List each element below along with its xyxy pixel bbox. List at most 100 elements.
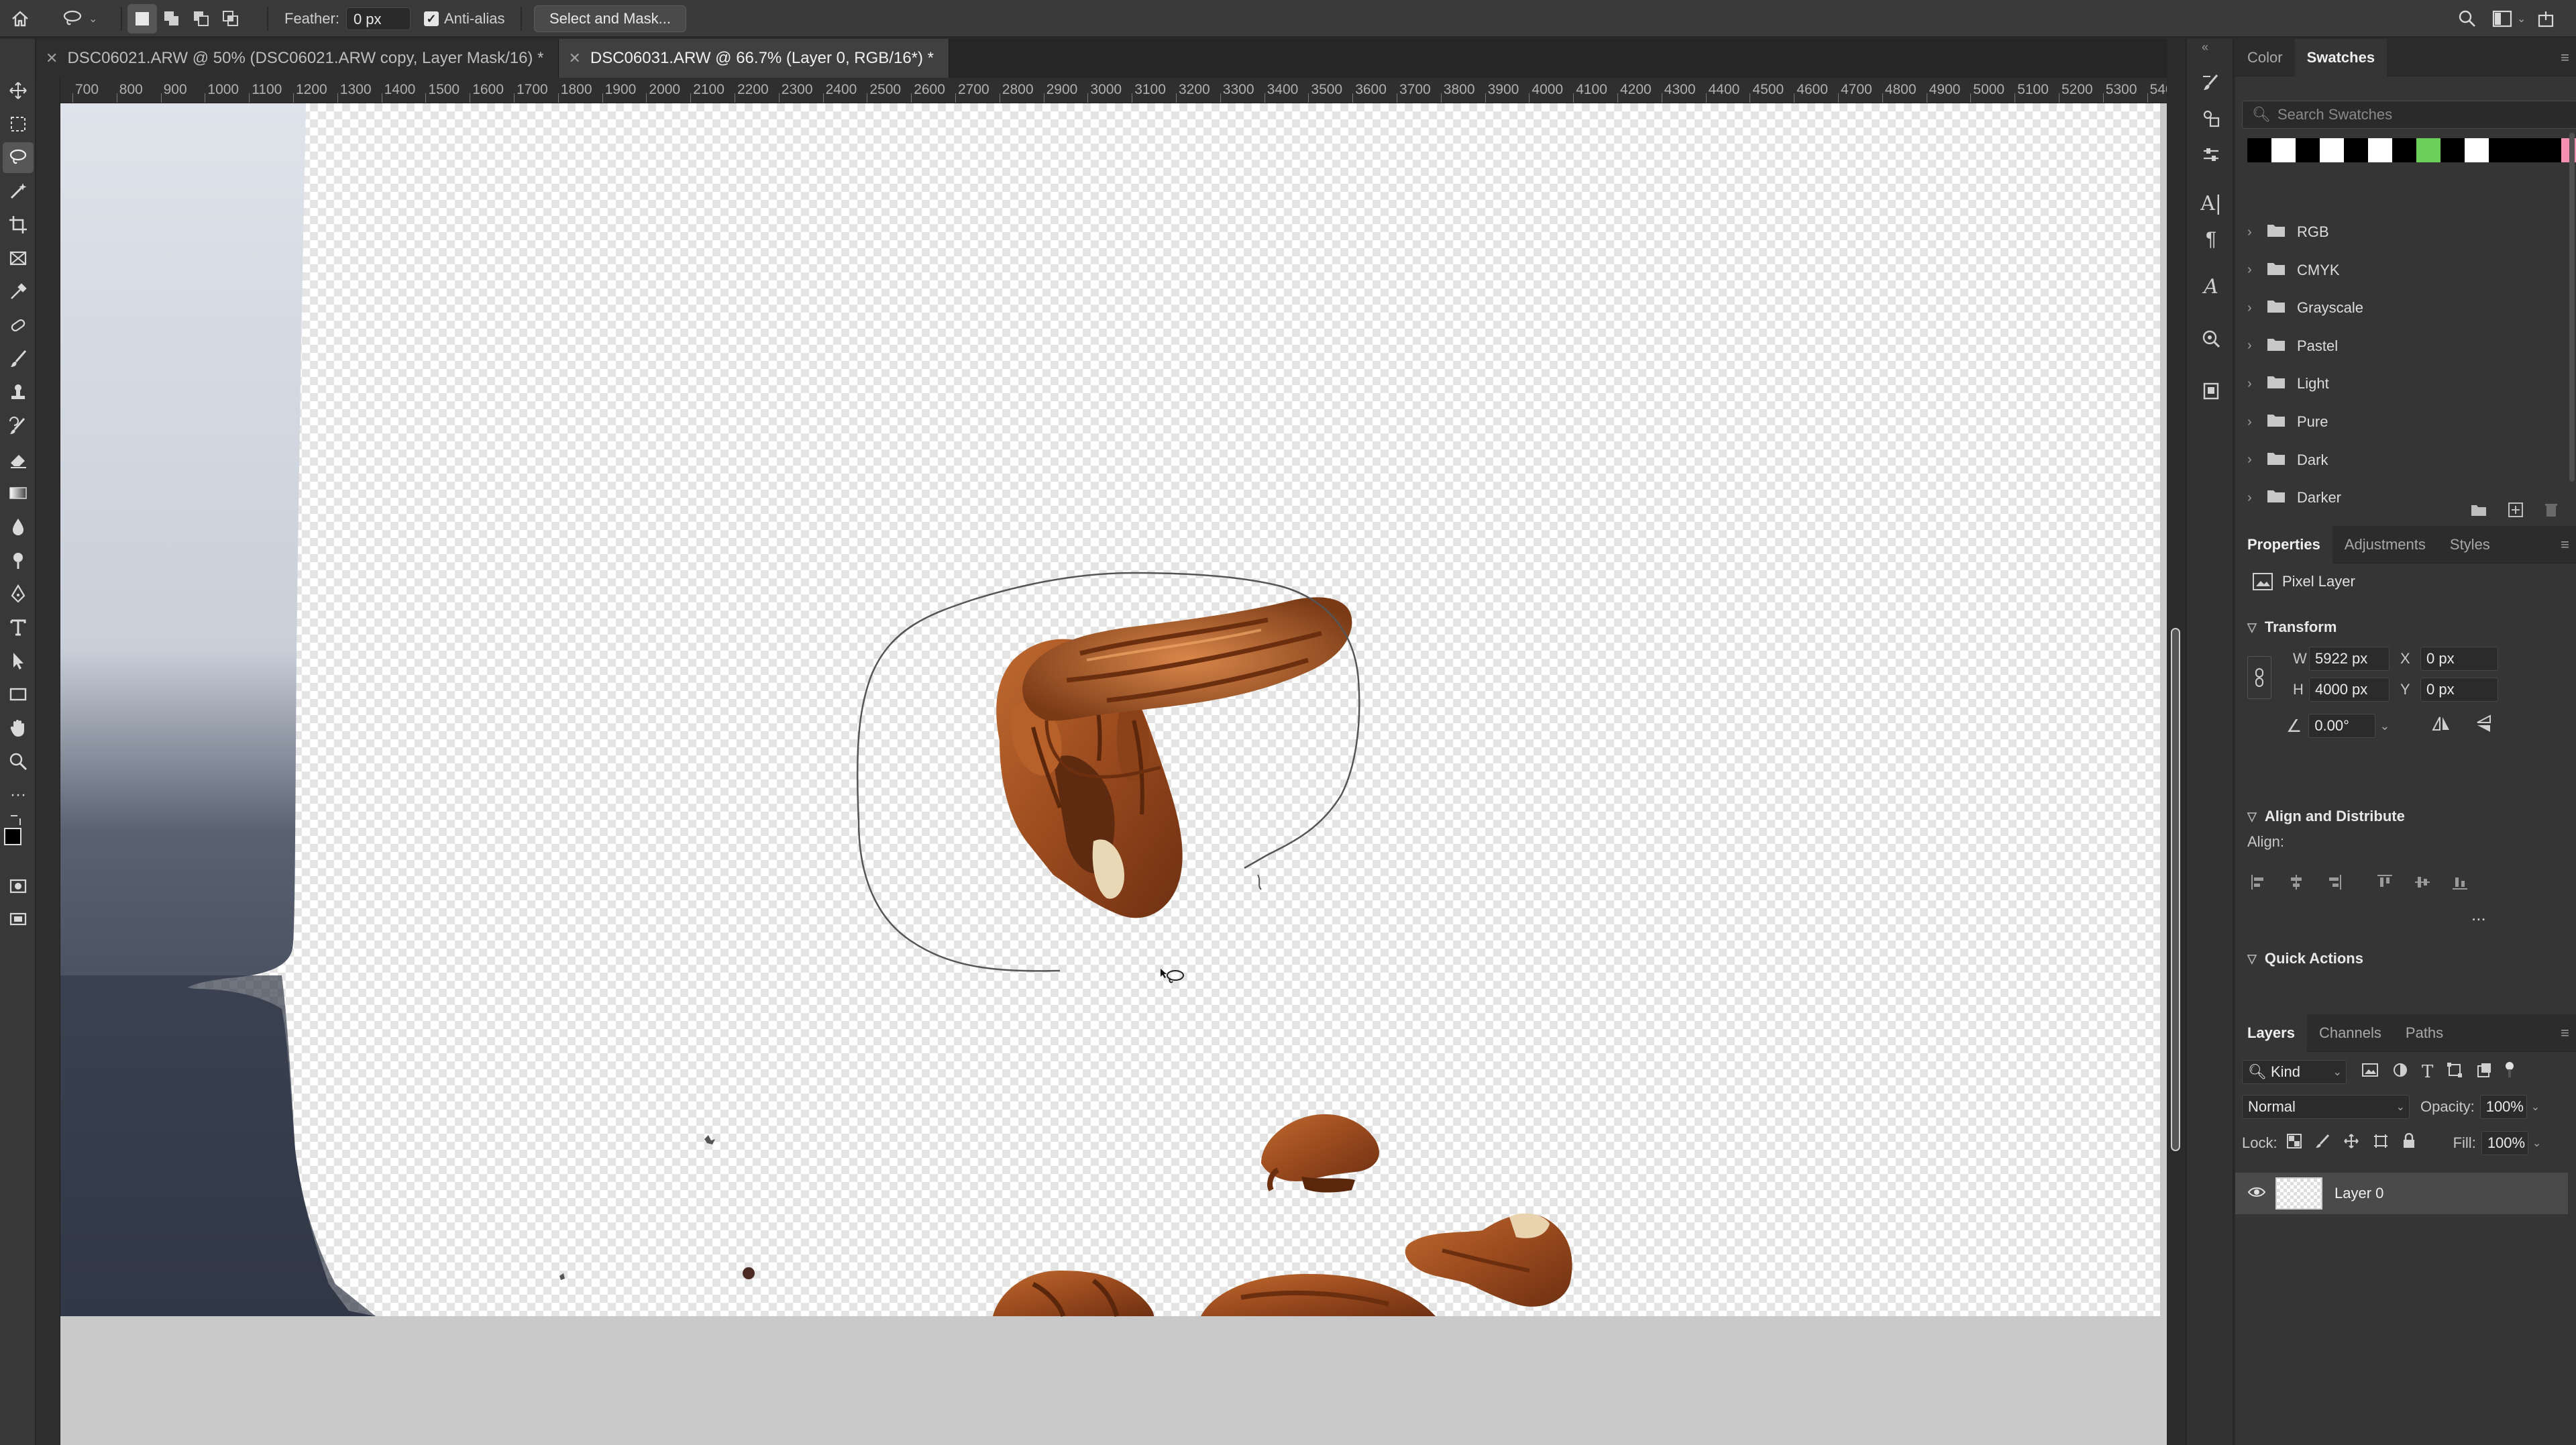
swatch[interactable]: [2344, 138, 2368, 162]
tab-paths[interactable]: Paths: [2394, 1014, 2455, 1052]
flip-vertical-icon[interactable]: [2475, 714, 2493, 738]
adjustments-sliders-icon[interactable]: [2196, 140, 2226, 170]
swatch[interactable]: [2320, 138, 2344, 162]
swatch[interactable]: [2296, 138, 2320, 162]
chevron-right-icon[interactable]: ›: [2247, 415, 2262, 430]
x-field[interactable]: 0 px: [2420, 647, 2498, 671]
filter-type-icon[interactable]: T: [2422, 1062, 2433, 1082]
intersect-selection-icon[interactable]: [216, 4, 246, 34]
layer-filter-select[interactable]: 🔍︎ Kind ⌄: [2242, 1060, 2347, 1084]
angle-field[interactable]: 0.00°: [2308, 714, 2376, 738]
workspace-icon[interactable]: [2487, 4, 2517, 34]
lock-pixels-icon[interactable]: [2315, 1134, 2330, 1153]
chevron-right-icon[interactable]: ›: [2247, 452, 2262, 468]
chevron-right-icon[interactable]: ›: [2247, 376, 2262, 392]
flip-horizontal-icon[interactable]: [2431, 715, 2451, 737]
align-right-icon[interactable]: [2322, 871, 2345, 894]
close-icon[interactable]: ✕: [46, 50, 58, 67]
swatch[interactable]: [2368, 138, 2392, 162]
new-swatch-icon[interactable]: [2508, 502, 2524, 521]
layer-row[interactable]: Layer 0: [2235, 1173, 2568, 1214]
swatch[interactable]: [2392, 138, 2416, 162]
swatch[interactable]: [2489, 138, 2513, 162]
share-icon[interactable]: [2531, 4, 2561, 34]
tab-channels[interactable]: Channels: [2307, 1014, 2394, 1052]
chevron-right-icon[interactable]: ›: [2247, 301, 2262, 316]
tab-adjustments[interactable]: Adjustments: [2332, 526, 2438, 564]
foreground-color-swatch[interactable]: [4, 828, 21, 845]
crop-tool-icon[interactable]: [3, 209, 34, 240]
tab-color[interactable]: Color: [2235, 39, 2295, 76]
navigator-panel-icon[interactable]: [2196, 323, 2226, 354]
dodge-tool-icon[interactable]: [3, 545, 34, 576]
swatch[interactable]: [2537, 138, 2561, 162]
swatch[interactable]: [2465, 138, 2489, 162]
move-tool-icon[interactable]: [3, 75, 34, 106]
tab-swatches[interactable]: Swatches: [2294, 38, 2387, 76]
clone-source-icon[interactable]: [2196, 103, 2226, 134]
eraser-tool-icon[interactable]: [3, 444, 34, 475]
frame-tool-icon[interactable]: [3, 243, 34, 274]
swatch-folder-pure[interactable]: › Pure: [2247, 405, 2569, 439]
close-icon[interactable]: ✕: [568, 50, 580, 67]
chevron-down-icon[interactable]: ⌄: [2379, 719, 2390, 733]
tab-layers[interactable]: Layers: [2235, 1014, 2307, 1052]
quick-actions-section-header[interactable]: ▽ Quick Actions: [2247, 950, 2363, 967]
align-top-icon[interactable]: [2373, 871, 2396, 894]
y-field[interactable]: 0 px: [2420, 678, 2498, 702]
select-and-mask-button[interactable]: Select and Mask...: [534, 5, 686, 32]
home-icon[interactable]: [5, 4, 35, 34]
align-bottom-icon[interactable]: [2449, 871, 2471, 894]
history-brush-tool-icon[interactable]: [3, 411, 34, 441]
brush-tool-icon[interactable]: [3, 343, 34, 374]
filter-adjustment-icon[interactable]: [2392, 1062, 2408, 1082]
document-tab[interactable]: ✕ DSC06021.ARW @ 50% (DSC06021.ARW copy,…: [36, 39, 559, 78]
rectangle-tool-icon[interactable]: [3, 679, 34, 710]
transform-section-header[interactable]: ▽ Transform: [2247, 619, 2337, 636]
swatch[interactable]: [2247, 138, 2271, 162]
lock-position-icon[interactable]: [2343, 1133, 2359, 1153]
align-vertical-center-icon[interactable]: [2411, 871, 2434, 894]
hand-tool-icon[interactable]: [3, 712, 34, 743]
new-group-icon[interactable]: [2470, 502, 2487, 521]
chevron-right-icon[interactable]: ›: [2247, 225, 2262, 240]
color-chips[interactable]: [4, 828, 34, 860]
paragraph-panel-icon[interactable]: ¶: [2196, 224, 2226, 255]
filter-smart-object-icon[interactable]: [2476, 1062, 2492, 1082]
swatch-folder-cmyk[interactable]: › CMYK: [2247, 253, 2569, 288]
document-tab-active[interactable]: ✕ DSC06031.ARW @ 66.7% (Layer 0, RGB/16*…: [559, 39, 950, 78]
swatch-folder-dark[interactable]: › Dark: [2247, 443, 2569, 478]
swatch[interactable]: [2416, 138, 2440, 162]
antialias-checkbox[interactable]: ✓: [424, 11, 439, 26]
more-options-button[interactable]: ...: [2471, 904, 2486, 925]
eyedropper-tool-icon[interactable]: [3, 276, 34, 307]
swatch-folder-pastel[interactable]: › Pastel: [2247, 329, 2569, 364]
type-tool-icon[interactable]: [3, 612, 34, 643]
width-field[interactable]: 5922 px: [2309, 647, 2390, 671]
swatch[interactable]: [2513, 138, 2537, 162]
filter-shape-icon[interactable]: [2447, 1062, 2463, 1082]
swatch-folder-rgb[interactable]: › RGB: [2247, 215, 2569, 250]
swatch[interactable]: [2440, 138, 2465, 162]
clone-stamp-tool-icon[interactable]: [3, 377, 34, 408]
opacity-field[interactable]: 100%: [2479, 1095, 2527, 1119]
panel-menu-icon[interactable]: ≡: [2561, 1024, 2569, 1042]
collapse-icon[interactable]: «: [2202, 40, 2208, 54]
panel-menu-icon[interactable]: ≡: [2561, 536, 2569, 553]
path-selection-tool-icon[interactable]: [3, 645, 34, 676]
healing-brush-tool-icon[interactable]: [3, 310, 34, 341]
lock-transparency-icon[interactable]: [2286, 1134, 2302, 1153]
swatch-folder-light[interactable]: › Light: [2247, 366, 2569, 401]
align-left-icon[interactable]: [2247, 871, 2270, 894]
brush-settings-icon[interactable]: [2196, 67, 2226, 98]
chevron-down-icon[interactable]: ⌄: [2517, 12, 2526, 25]
link-dimensions-icon[interactable]: [2247, 656, 2271, 699]
tab-properties[interactable]: Properties: [2235, 525, 2332, 564]
glyphs-panel-icon[interactable]: A: [2196, 271, 2226, 302]
vertical-ruler[interactable]: [36, 78, 60, 1445]
chevron-down-icon[interactable]: ⌄: [2531, 1100, 2540, 1114]
canvas-image[interactable]: [60, 103, 2167, 1445]
gradient-tool-icon[interactable]: [3, 478, 34, 509]
chevron-right-icon[interactable]: ›: [2247, 262, 2262, 278]
trash-icon[interactable]: [2544, 502, 2559, 521]
